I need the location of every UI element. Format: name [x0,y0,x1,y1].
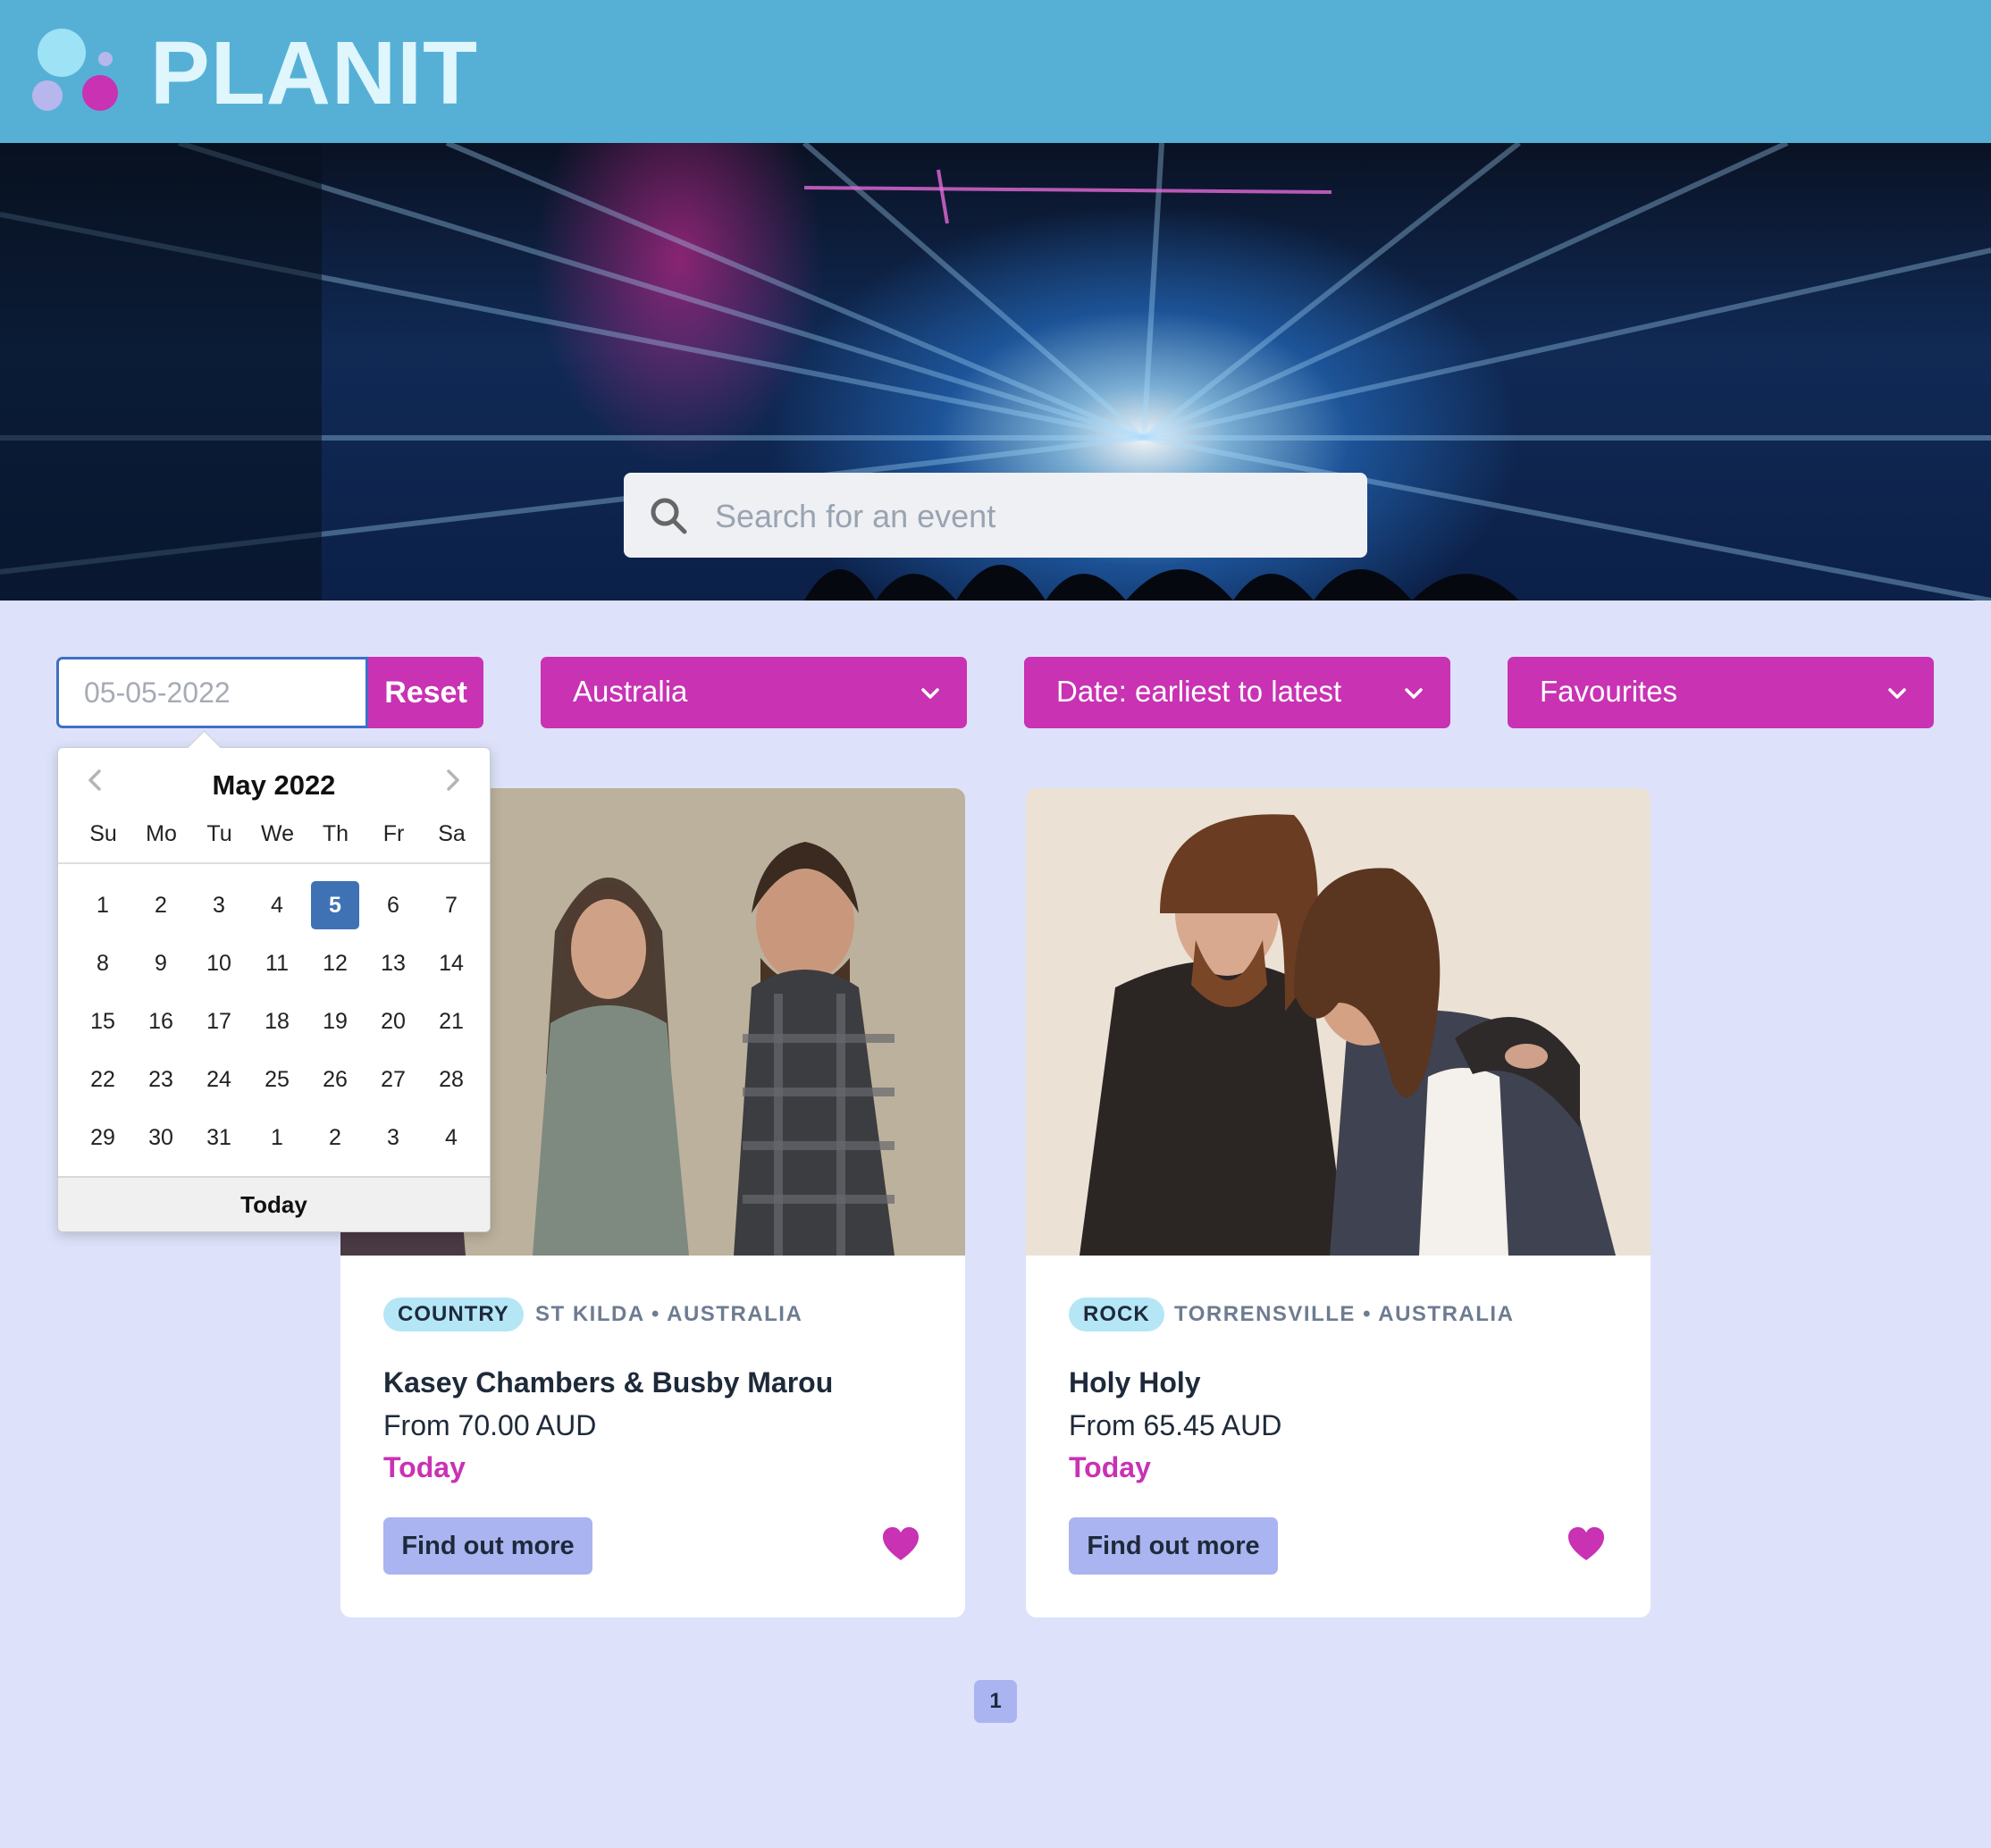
search-bar[interactable] [624,473,1367,559]
calendar-day[interactable]: 7 [427,881,475,929]
event-price: From 65.45 AUD [1069,1409,1282,1441]
calendar-day[interactable]: 22 [79,1055,127,1104]
weekday-label: Mo [146,821,177,846]
planit-logo-icon[interactable] [30,27,120,116]
weekday-label: Su [89,821,117,846]
calendar-day[interactable]: 16 [137,997,185,1046]
calendar-day[interactable]: 6 [369,881,417,929]
chevron-right-icon[interactable] [434,762,470,798]
calendar-day[interactable]: 29 [79,1113,127,1162]
pagination-page-button[interactable]: 1 [974,1680,1017,1723]
favourites-select-value: Favourites [1540,675,1678,708]
genre-badge: COUNTRY [383,1298,524,1331]
event-title: Kasey Chambers & Busby Marou [383,1366,834,1399]
chevron-down-icon [1888,688,1906,699]
calendar-day[interactable]: 26 [311,1055,359,1104]
weekday-label: Th [322,821,349,846]
weekday-label: Sa [438,821,466,846]
weekday-label: Tu [206,821,232,846]
calendar-day[interactable]: 11 [253,939,301,987]
datepicker-header: May 2022 Su Mo Tu We Th Fr Sa [58,748,490,864]
heart-icon[interactable] [881,1526,920,1562]
calendar-day[interactable]: 20 [369,997,417,1046]
search-icon [651,498,687,534]
datepicker-month-label: May 2022 [212,769,336,801]
find-out-more-button[interactable]: Find out more [383,1517,592,1575]
calendar-day[interactable]: 9 [137,939,185,987]
event-photo[interactable] [1026,788,1651,1256]
calendar-day[interactable]: 3 [195,881,243,929]
calendar-day[interactable]: 13 [369,939,417,987]
datepicker-popup: May 2022 Su Mo Tu We Th Fr Sa 1 2 3 4 5 6 7 8 9 10 11 12 1… [57,730,491,1232]
calendar-day[interactable]: 31 [195,1113,243,1162]
calendar-day[interactable]: 21 [427,997,475,1046]
date-filter-input[interactable] [56,657,368,728]
genre-badge: ROCK [1069,1298,1164,1331]
sort-select-value: Date: earliest to latest [1056,675,1342,708]
calendar-day[interactable]: 3 [369,1113,417,1162]
event-date: Today [383,1451,466,1483]
event-date: Today [1069,1451,1151,1483]
calendar-day[interactable]: 4 [427,1113,475,1162]
calendar-day[interactable]: 25 [253,1055,301,1104]
find-out-more-button[interactable]: Find out more [1069,1517,1278,1575]
country-select-value: Australia [573,675,688,708]
hero-banner [0,143,1991,601]
reset-button[interactable]: Reset [368,657,483,728]
calendar-day[interactable]: 23 [137,1055,185,1104]
calendar-day[interactable]: 19 [311,997,359,1046]
chevron-down-icon [921,688,939,699]
calendar-day[interactable]: 15 [79,997,127,1046]
search-input[interactable] [713,473,1342,559]
event-price: From 70.00 AUD [383,1409,597,1441]
calendar-day[interactable]: 27 [369,1055,417,1104]
event-location: ST KILDA • AUSTRALIA [535,1302,803,1326]
calendar-day[interactable]: 1 [253,1113,301,1162]
event-title: Holy Holy [1069,1366,1201,1399]
calendar-day[interactable]: 18 [253,997,301,1046]
sort-select[interactable]: Date: earliest to latest [1024,657,1450,728]
calendar-day[interactable]: 28 [427,1055,475,1104]
event-location: TORRENSVILLE • AUSTRALIA [1174,1302,1515,1326]
calendar-day[interactable]: 10 [195,939,243,987]
event-card: ROCK TORRENSVILLE • AUSTRALIA Holy Holy … [1026,788,1651,1617]
calendar-day[interactable]: 1 [79,881,127,929]
calendar-day[interactable]: 14 [427,939,475,987]
datepicker-today-button[interactable]: Today [58,1176,490,1231]
chevron-down-icon [1405,688,1423,699]
calendar-day[interactable]: 17 [195,997,243,1046]
calendar-day[interactable]: 12 [311,939,359,987]
calendar-day[interactable]: 24 [195,1055,243,1104]
calendar-day[interactable]: 4 [253,881,301,929]
calendar-day[interactable]: 2 [137,881,185,929]
weekday-label: We [260,821,295,846]
calendar-day[interactable]: 8 [79,939,127,987]
brand-title[interactable]: PLANIT [150,20,478,127]
weekday-label: Fr [382,821,405,846]
calendar-day[interactable]: 30 [137,1113,185,1162]
country-select[interactable]: Australia [541,657,967,728]
calendar-day[interactable]: 5 [311,881,359,929]
heart-icon[interactable] [1567,1526,1606,1562]
calendar-day[interactable]: 2 [311,1113,359,1162]
favourites-select[interactable]: Favourites [1508,657,1934,728]
top-bar: PLANIT [0,0,1991,143]
